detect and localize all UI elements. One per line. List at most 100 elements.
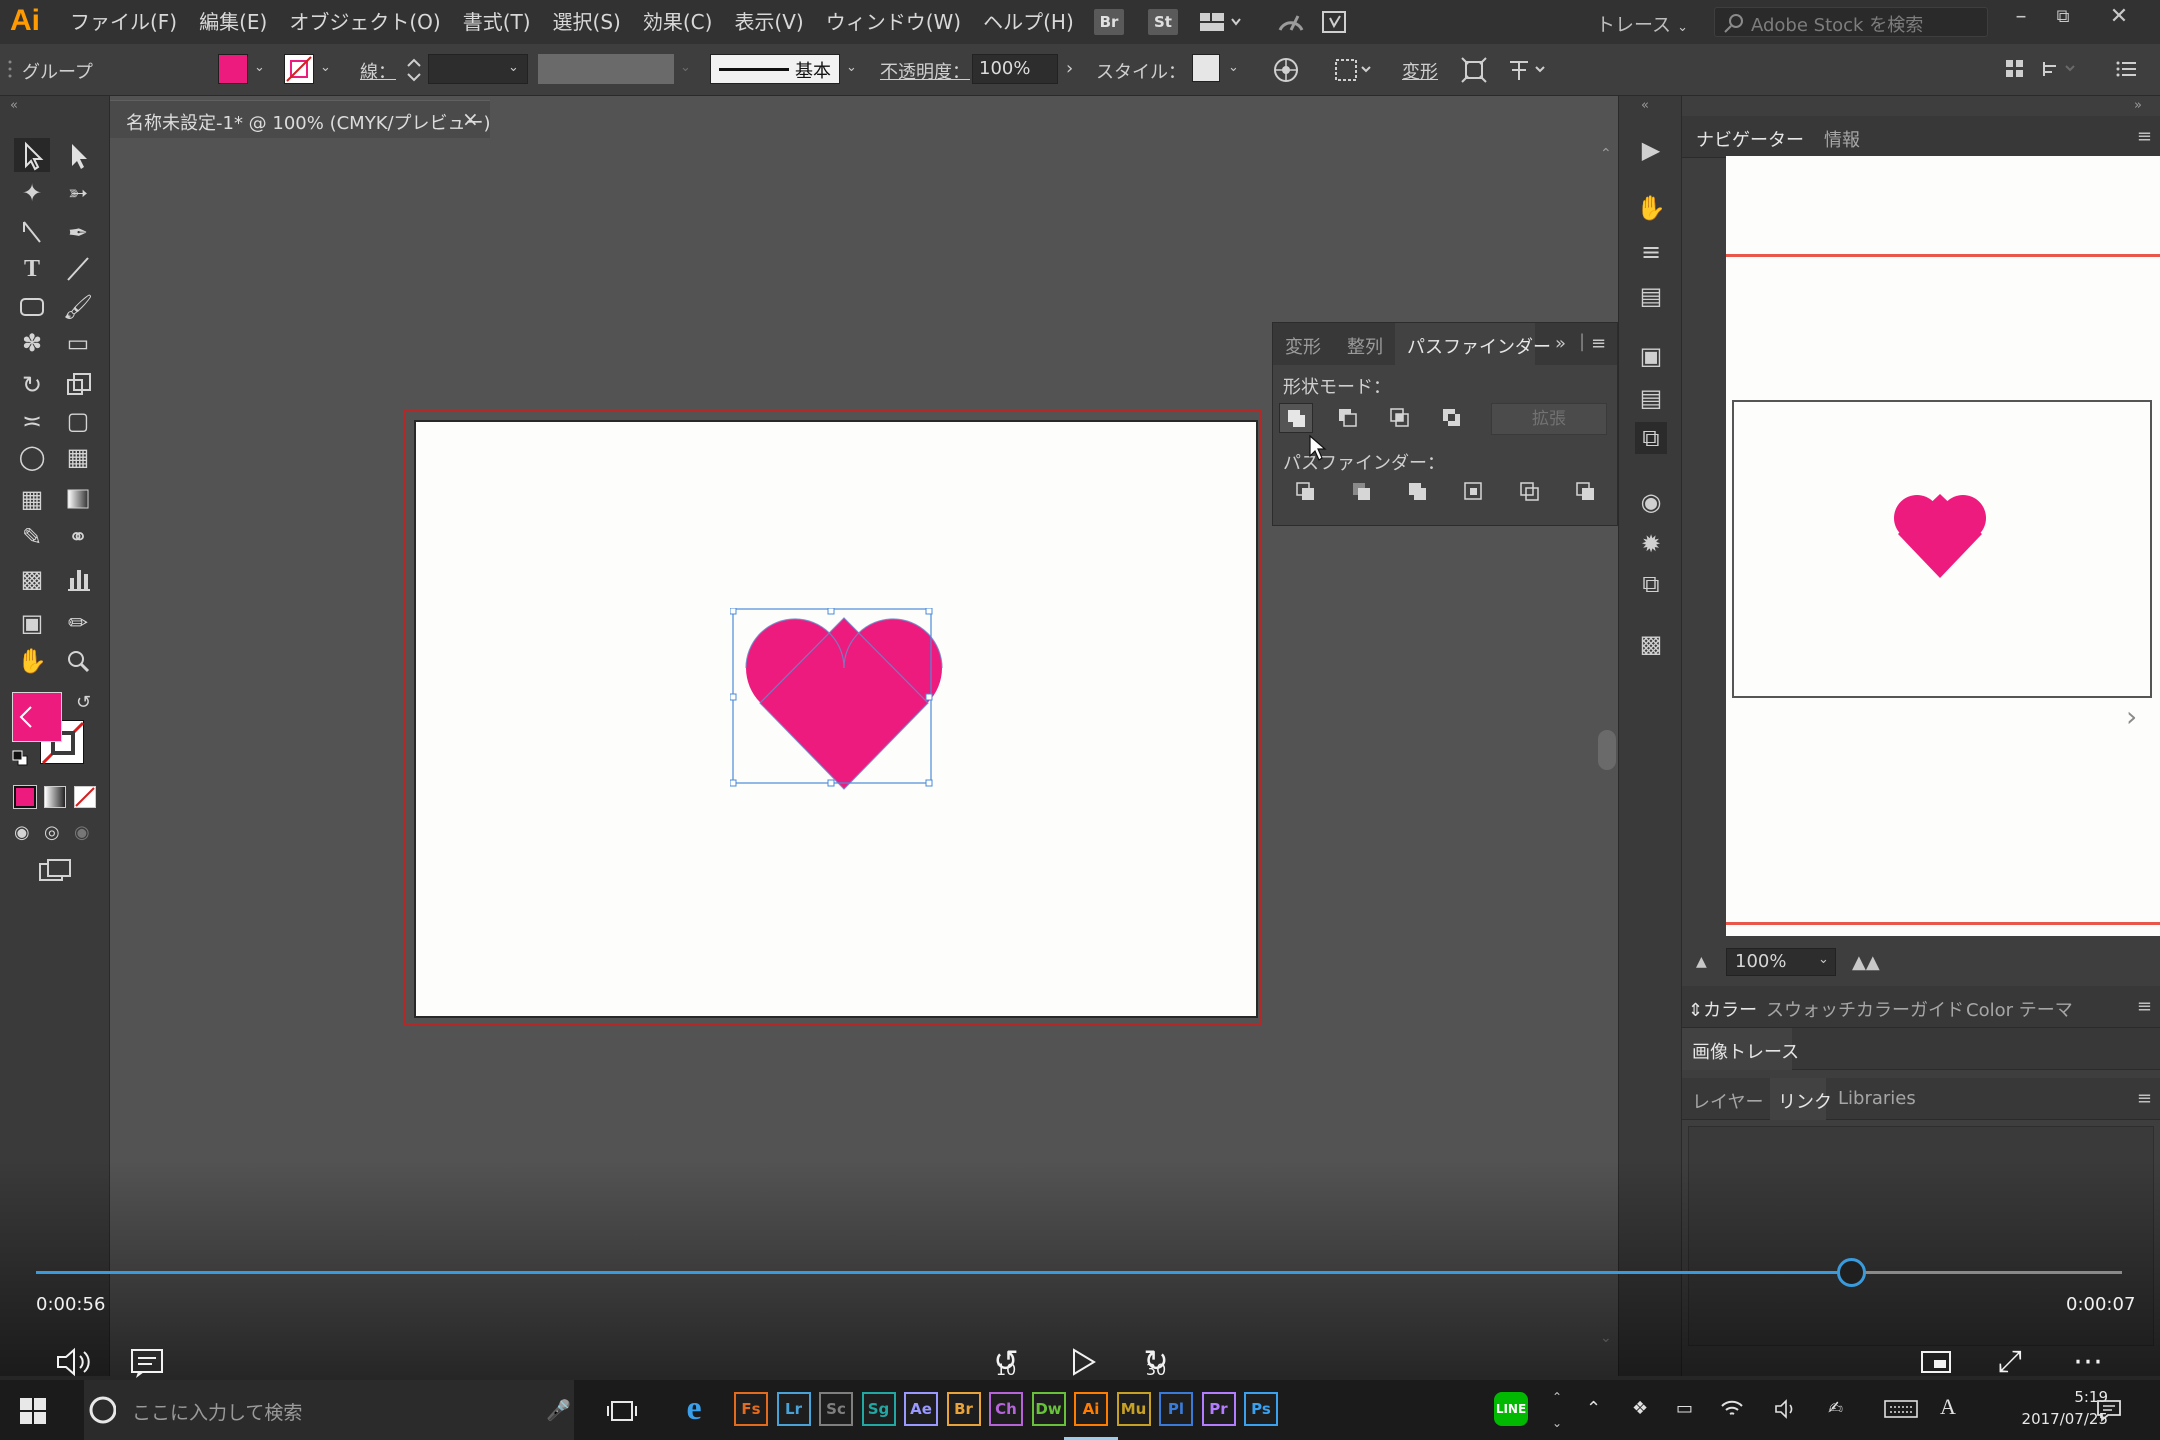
graphic-style-swatch[interactable] <box>1192 54 1220 82</box>
tab-color-themes[interactable]: Color テーマ <box>1966 996 2073 1022</box>
stock-search-input[interactable]: Adobe Stock を検索 <box>1714 7 1988 37</box>
rotate-tool-icon[interactable]: ↻ <box>14 368 50 402</box>
tab-links[interactable]: リンク <box>1778 1088 1832 1114</box>
taskbar-app-ps[interactable]: Ps <box>1244 1392 1278 1426</box>
menu-type[interactable]: 書式(T) <box>463 6 547 35</box>
screen-mode-icon[interactable] <box>36 856 76 884</box>
mini-view-icon[interactable] <box>1914 1340 1958 1384</box>
dropbox-icon[interactable]: ❖ <box>1632 1398 1648 1419</box>
taskbar-app-mu[interactable]: Mu <box>1116 1392 1151 1426</box>
bridge-button[interactable]: Br <box>1094 9 1124 35</box>
chevron-down-icon[interactable]: ⌄ <box>508 60 519 75</box>
zoom-out-icon[interactable]: ▲ <box>1696 954 1707 970</box>
windows-start-icon[interactable] <box>20 1398 46 1424</box>
selection-tool-icon[interactable] <box>14 138 50 172</box>
arrange-documents-icon[interactable] <box>1198 10 1242 34</box>
align-panel-icon[interactable]: ▤ <box>1635 382 1667 414</box>
ime-mode-icon[interactable]: A <box>1940 1394 1956 1420</box>
panel-menu-icon[interactable]: ≡ <box>2137 126 2152 147</box>
taskbar-app-br[interactable]: Br <box>946 1392 981 1426</box>
minimize-button[interactable]: – <box>2006 4 2036 34</box>
battery-icon[interactable]: ▭ <box>1676 1398 1693 1419</box>
line-segment-tool-icon[interactable] <box>60 252 96 286</box>
tab-align[interactable]: 整列 <box>1347 333 1383 359</box>
show-hidden-icons[interactable]: ⌃ <box>1586 1398 1601 1419</box>
tab-color[interactable]: ⇕カラー <box>1688 996 1757 1022</box>
wifi-icon[interactable] <box>1720 1398 1744 1420</box>
taskbar-app-dw[interactable]: Dw <box>1031 1392 1066 1426</box>
taskbar-search-input[interactable]: ここに入力して検索 🎤 <box>84 1380 574 1440</box>
tab-image-trace[interactable]: 画像トレース <box>1692 1038 1799 1064</box>
video-progress-knob[interactable] <box>1836 1258 1866 1287</box>
opacity-field[interactable]: 100% <box>972 54 1058 84</box>
close-button[interactable]: ✕ <box>2104 4 2134 34</box>
scale-tool-icon[interactable] <box>60 368 96 402</box>
collapse-dock-icon[interactable]: » <box>2134 98 2142 113</box>
default-fill-stroke-icon[interactable] <box>12 750 28 766</box>
crop-button[interactable] <box>1457 477 1491 507</box>
type-tool-icon[interactable]: T <box>14 252 50 286</box>
restore-button[interactable]: ⧉ <box>2048 6 2078 36</box>
chevron-down-icon[interactable]: ⌄ <box>320 60 331 75</box>
lasso-tool-icon[interactable]: ➳ <box>60 176 96 210</box>
minus-back-button[interactable] <box>1569 477 1603 507</box>
merge-button[interactable] <box>1401 477 1435 507</box>
video-progress-bar[interactable] <box>36 1258 2122 1287</box>
menu-file[interactable]: ファイル(F) <box>70 6 193 35</box>
blend-tool-icon[interactable]: ⚭ <box>60 520 96 554</box>
taskbar-app-ae[interactable]: Ae <box>904 1392 938 1426</box>
close-document-icon[interactable]: × <box>462 107 479 131</box>
unite-button[interactable] <box>1279 403 1313 433</box>
tab-libraries[interactable]: Libraries <box>1838 1088 1916 1109</box>
menu-object[interactable]: オブジェクト(O) <box>289 6 456 35</box>
shape-builder-tool-icon[interactable]: ◯ <box>14 440 50 474</box>
divide-button[interactable] <box>1289 477 1323 507</box>
rectangle-tool-icon[interactable] <box>14 290 50 324</box>
tab-transform[interactable]: 変形 <box>1285 333 1321 359</box>
magic-wand-tool-icon[interactable]: ✦ <box>14 176 50 210</box>
tab-pathfinder[interactable]: パスファインダー <box>1407 333 1551 359</box>
artboard[interactable] <box>414 420 1258 1018</box>
align-to-icon[interactable] <box>1334 56 1374 84</box>
fill-swatch[interactable] <box>218 54 248 84</box>
draw-normal-icon[interactable]: ◉ <box>14 822 36 844</box>
heart-shape[interactable] <box>730 608 946 800</box>
width-tool-icon[interactable]: ≍ <box>14 404 50 438</box>
taskbar-app-fs[interactable]: Fs <box>734 1392 768 1426</box>
eyedropper-tool-icon[interactable]: ✎ <box>14 520 50 554</box>
zoom-in-icon[interactable]: ▲▲ <box>1852 952 1880 973</box>
gradient-mode-button[interactable] <box>44 786 66 808</box>
fullscreen-exit-icon[interactable]: ⤢ <box>1988 1340 2032 1384</box>
symbols-panel-icon[interactable]: ⧉ <box>1635 568 1667 600</box>
draw-behind-icon[interactable]: ◎ <box>44 822 66 844</box>
arrange-panels-icon[interactable] <box>2004 58 2026 80</box>
taskbar-app-sc[interactable]: Sc <box>819 1392 853 1426</box>
edge-browser-icon[interactable]: e <box>674 1390 714 1430</box>
draw-inside-icon[interactable]: ◉ <box>74 822 96 844</box>
volume-icon[interactable] <box>52 1340 96 1384</box>
taskbar-app-ch[interactable]: Ch <box>989 1392 1023 1426</box>
gradient-panel-icon[interactable]: ▤ <box>1635 280 1667 312</box>
recolor-artwork-icon[interactable] <box>1272 56 1300 84</box>
panel-menu-icon[interactable]: ≡ <box>1591 333 1606 354</box>
speaker-icon[interactable] <box>1774 1398 1798 1420</box>
intersect-button[interactable] <box>1383 403 1417 433</box>
free-transform-tool-icon[interactable]: ▢ <box>60 404 96 438</box>
tab-swatches[interactable]: スウォッチ <box>1766 996 1856 1022</box>
transform-panel-icon[interactable]: ▣ <box>1635 340 1667 372</box>
more-options-icon[interactable]: ⋯ <box>2066 1340 2110 1384</box>
task-view-icon[interactable] <box>606 1398 638 1424</box>
stroke-weight-stepper[interactable] <box>404 56 424 84</box>
menu-window[interactable]: ウィンドウ(W) <box>826 6 977 35</box>
artboard-tool-icon[interactable]: ▣ <box>14 606 50 640</box>
taskbar-app-ai[interactable]: Ai <box>1074 1392 1108 1426</box>
taskbar-app-lr[interactable]: Lr <box>776 1392 811 1426</box>
expand-button[interactable]: 拡張 <box>1491 403 1607 435</box>
scroll-up-icon[interactable]: ⌃ <box>1600 146 1612 162</box>
distribute-icon[interactable] <box>2040 58 2080 80</box>
collapse-panel-icon[interactable]: « <box>1641 98 1649 113</box>
workspace-switcher[interactable]: トレース ⌄ <box>1596 10 1688 37</box>
panel-menu-icon[interactable]: ≡ <box>2137 996 2152 1017</box>
captions-icon[interactable] <box>126 1340 170 1384</box>
menu-effect[interactable]: 効果(C) <box>643 6 729 35</box>
